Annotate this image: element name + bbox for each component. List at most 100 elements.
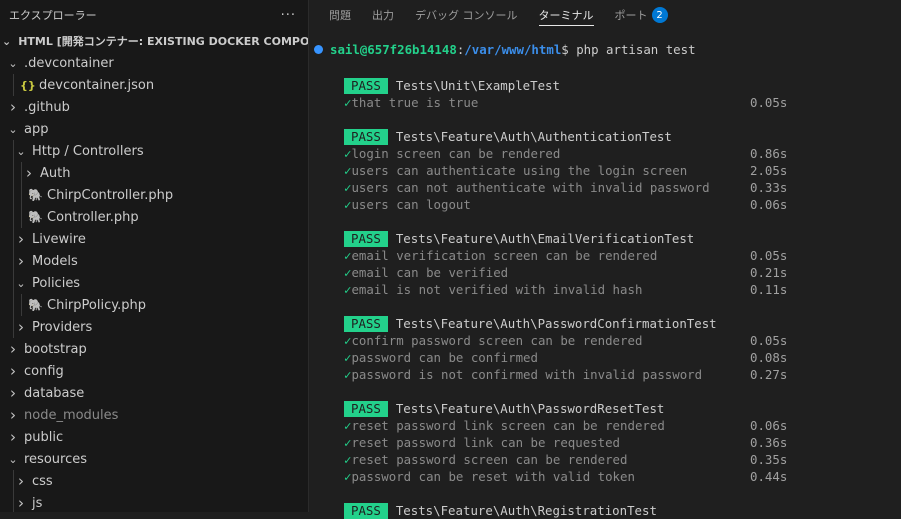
test-result-row: ✓email is not verified with invalid hash…	[344, 281, 804, 298]
tree-item[interactable]: › js	[0, 492, 308, 512]
tree-item[interactable]: › Models	[0, 250, 308, 272]
indent-guide	[13, 316, 14, 338]
pass-badge: PASS	[344, 78, 388, 94]
indent-guide	[13, 470, 14, 492]
test-name: password can be reset with valid token	[351, 469, 635, 484]
tree-item-label: database	[24, 385, 85, 401]
panel-tab[interactable]: 出力	[372, 0, 394, 30]
tree-item[interactable]: 🐘 ChirpController.php	[0, 184, 308, 206]
test-name: users can not authenticate with invalid …	[351, 180, 710, 195]
php-file-icon: 🐘	[28, 210, 43, 224]
tree-item[interactable]: 🐘 ChirpPolicy.php	[0, 294, 308, 316]
tree-item[interactable]: › Auth	[0, 162, 308, 184]
chevron-right-icon: ›	[18, 494, 24, 512]
tree-item[interactable]: 🐘 Controller.php	[0, 206, 308, 228]
tree-item[interactable]: › Providers	[0, 316, 308, 338]
panel-tab[interactable]: ポート 2	[615, 0, 668, 30]
chevron-right-icon: ›	[18, 318, 24, 336]
pass-badge: PASS	[344, 231, 388, 247]
test-result-row: ✓that true is true 0.05s	[344, 94, 804, 111]
suite-name: Tests\Feature\Auth\PasswordConfirmationT…	[395, 316, 717, 331]
test-duration: 0.21s	[750, 265, 788, 280]
indent-guide	[13, 74, 14, 96]
test-duration: 0.36s	[750, 435, 788, 450]
chevron-right-icon: ›	[10, 340, 16, 358]
workspace-title: HTML [開発コンテナー: EXISTING DOCKER COMPOSE (…	[18, 35, 308, 48]
tree-item[interactable]: › public	[0, 426, 308, 448]
php-file-icon: 🐘	[28, 188, 43, 202]
tree-item[interactable]: › Livewire	[0, 228, 308, 250]
tree-item[interactable]: › database	[0, 382, 308, 404]
chevron-right-icon: ›	[26, 164, 32, 182]
chevron-right-icon: ›	[10, 428, 16, 446]
test-duration: 0.05s	[750, 333, 788, 348]
panel-tab-label: 出力	[372, 9, 394, 22]
tree-item-label: devcontainer.json	[39, 77, 155, 93]
tree-item-label: Policies	[32, 275, 81, 291]
suite-name: Tests\Feature\Auth\PasswordResetTest	[395, 401, 665, 416]
pass-badge: PASS	[344, 401, 388, 417]
test-result-row: ✓email can be verified 0.21s	[344, 264, 804, 281]
tree-item[interactable]: › .github	[0, 96, 308, 118]
tree-item[interactable]: ⌄ .devcontainer	[0, 52, 308, 74]
test-name: confirm password screen can be rendered	[351, 333, 643, 348]
command-text: php artisan test	[568, 42, 696, 57]
test-duration: 0.27s	[750, 367, 788, 382]
test-name: email verification screen can be rendere…	[351, 248, 658, 263]
panel-tab[interactable]: デバッグ コンソール	[415, 0, 518, 30]
test-name: users can authenticate using the login s…	[351, 163, 688, 178]
tree-item[interactable]: ⌄ Http / Controllers	[0, 140, 308, 162]
test-name: users can logout	[351, 197, 471, 212]
indent-guide	[13, 162, 14, 184]
suite-header: PASS Tests\Unit\ExampleTest	[344, 77, 560, 94]
more-actions-icon[interactable]: ···	[281, 8, 296, 23]
panel-tab[interactable]: 問題	[329, 0, 351, 30]
test-name: email can be verified	[351, 265, 509, 280]
chevron-right-icon: ›	[18, 230, 24, 248]
terminal[interactable]: sail@657f26b14148:/var/www/html$ php art…	[309, 30, 901, 519]
indent-guide	[21, 184, 22, 206]
tree-item[interactable]: › bootstrap	[0, 338, 308, 360]
suite-header: PASS Tests\Feature\Auth\EmailVerification…	[344, 230, 694, 247]
command-decoration-icon[interactable]	[314, 45, 323, 54]
tree-item[interactable]: › config	[0, 360, 308, 382]
suite-name: Tests\Feature\Auth\AuthenticationTest	[395, 129, 672, 144]
test-name: reset password screen can be rendered	[351, 452, 628, 467]
php-file-icon: 🐘	[28, 298, 43, 312]
tree-item[interactable]: ⌄ Policies	[0, 272, 308, 294]
test-name: email is not verified with invalid hash	[351, 282, 643, 297]
panel-tab-label: 問題	[329, 9, 351, 22]
chevron-down-icon: ⌄	[8, 452, 18, 466]
pass-badge: PASS	[344, 503, 388, 519]
indent-guide	[13, 294, 14, 316]
chevron-right-icon: ›	[18, 252, 24, 270]
tree-item-label: public	[24, 429, 64, 445]
explorer-header: エクスプローラー ···	[0, 0, 308, 30]
bottom-panel: 問題 出力 デバッグ コンソール ターミナル ポート 2 sail@657f26b1414…	[309, 0, 901, 519]
indent-guide	[13, 272, 14, 294]
tree-item-label: js	[32, 495, 43, 511]
indent-guide	[21, 206, 22, 228]
tree-item[interactable]: › css	[0, 470, 308, 492]
test-result-row: ✓login screen can be rendered 0.86s	[344, 145, 804, 162]
test-result-row: ✓users can not authenticate with invalid…	[344, 179, 804, 196]
prompt-line: sail@657f26b14148:/var/www/html$ php art…	[330, 42, 696, 57]
tree-item[interactable]: ⌄ app	[0, 118, 308, 140]
tree-item[interactable]: {} devcontainer.json	[0, 74, 308, 96]
indent-guide	[13, 140, 14, 162]
tree-item[interactable]: › node_modules	[0, 404, 308, 426]
test-result-row: ✓reset password link can be requested 0.3…	[344, 434, 804, 451]
test-duration: 0.11s	[750, 282, 788, 297]
test-name: that true is true	[351, 95, 479, 110]
test-duration: 0.08s	[750, 350, 788, 365]
workspace-header[interactable]: ⌄ HTML [開発コンテナー: EXISTING DOCKER COMPOSE…	[0, 30, 308, 52]
indent-guide	[13, 184, 14, 206]
test-result-row: ✓email verification screen can be render…	[344, 247, 804, 264]
chevron-right-icon: ›	[10, 384, 16, 402]
tree-item[interactable]: ⌄ resources	[0, 448, 308, 470]
prompt-user: sail@657f26b14148	[330, 42, 457, 57]
pass-badge: PASS	[344, 129, 388, 145]
prompt-path: /var/www/html	[464, 42, 562, 57]
chevron-right-icon: ›	[18, 472, 24, 490]
panel-tab[interactable]: ターミナル	[538, 0, 594, 30]
